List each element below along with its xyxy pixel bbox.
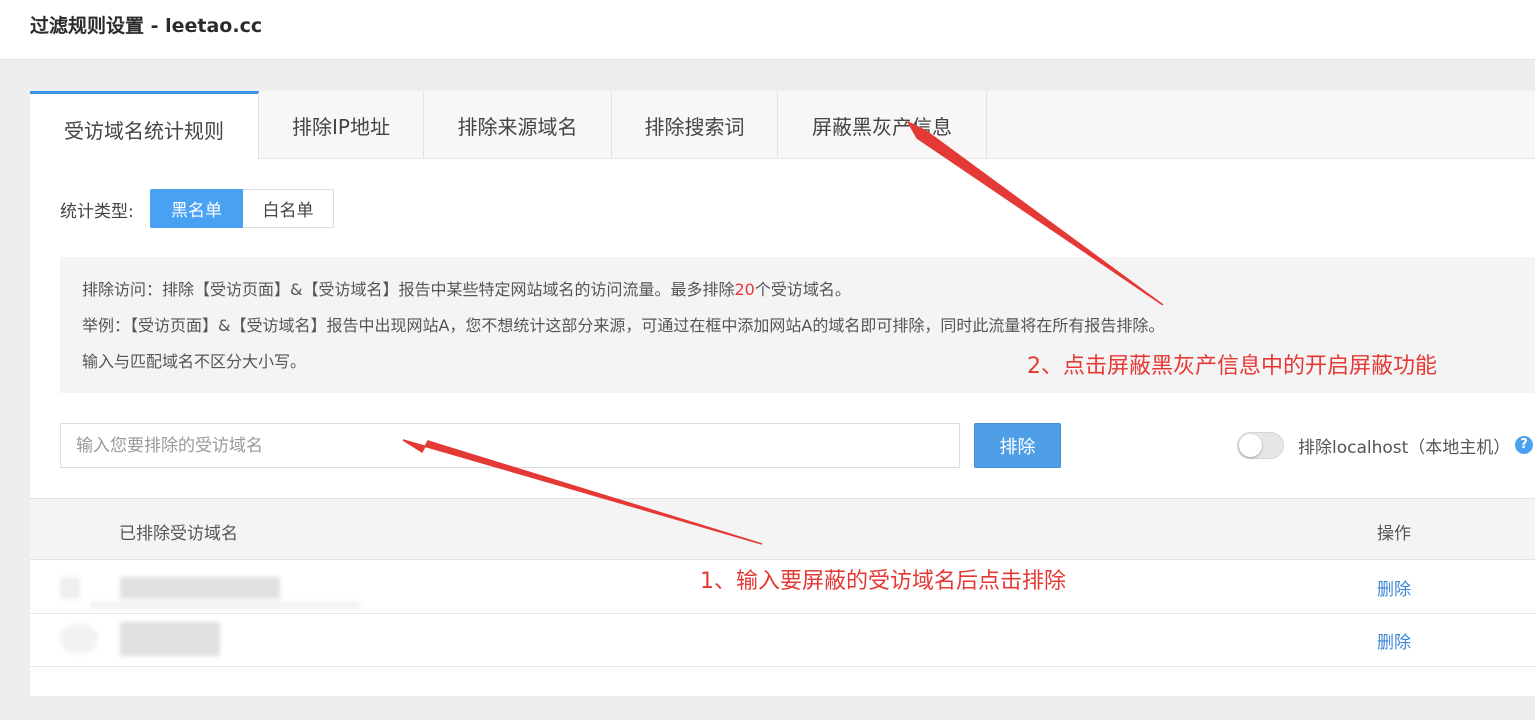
tab-block-gray-industry[interactable]: 屏蔽黑灰产信息 — [778, 91, 987, 159]
top-bar: 过滤规则设置 - leetao.cc — [0, 0, 1535, 60]
stat-type-label: 统计类型: — [60, 202, 134, 222]
max-count: 20 — [734, 280, 755, 299]
column-action: 操作 — [1377, 524, 1411, 544]
info-line-2: 举例：【受访页面】&【受访域名】报告中出现网站A，您不想统计这部分来源，可通过在… — [82, 316, 1165, 335]
tab-exclude-search-terms[interactable]: 排除搜索词 — [612, 91, 778, 159]
whitelist-button[interactable]: 白名单 — [243, 189, 334, 228]
toggle-knob — [1239, 434, 1262, 457]
page-title: 过滤规则设置 - leetao.cc — [30, 15, 263, 37]
blurred-domain — [120, 622, 220, 656]
domain-input[interactable] — [60, 423, 960, 468]
tab-label: 屏蔽黑灰产信息 — [812, 114, 952, 139]
tab-visited-domain-rules[interactable]: 受访域名统计规则 — [30, 91, 259, 160]
tab-bar: 受访域名统计规则 排除IP地址 排除来源域名 排除搜索词 屏蔽黑灰产信息 — [30, 91, 1535, 160]
question-circle-icon[interactable]: ? — [1515, 436, 1533, 454]
tab-label: 排除搜索词 — [644, 114, 745, 139]
tab-exclude-source-domain[interactable]: 排除来源域名 — [424, 91, 612, 159]
tab-label: 排除IP地址 — [292, 114, 390, 139]
exclude-button[interactable]: 排除 — [974, 423, 1061, 468]
blurred-domain-prefix — [60, 624, 98, 654]
blacklist-button[interactable]: 黑名单 — [150, 189, 243, 228]
table-header: 已排除受访域名 操作 — [30, 498, 1535, 560]
info-line-1: 排除访问：排除【受访页面】&【受访域名】报告中某些特定网站域名的访问流量。最多排… — [82, 280, 851, 299]
annotation-step-1: 1、输入要屏蔽的受访域名后点击排除 — [700, 569, 1066, 594]
delete-link[interactable]: 删除 — [1377, 628, 1411, 653]
rules-panel: 受访域名统计规则 排除IP地址 排除来源域名 排除搜索词 屏蔽黑灰产信息 统计类… — [30, 91, 1535, 696]
blurred-domain-prefix — [60, 577, 80, 599]
localhost-toggle[interactable] — [1237, 432, 1284, 459]
localhost-toggle-label: 排除localhost（本地主机） — [1298, 438, 1511, 458]
tab-label: 排除来源域名 — [457, 114, 578, 139]
table-row: 删除 — [30, 614, 1535, 667]
blurred-smear — [90, 601, 360, 609]
tab-label: 受访域名统计规则 — [64, 118, 224, 143]
annotation-step-2: 2、点击屏蔽黑灰产信息中的开启屏蔽功能 — [1027, 354, 1437, 379]
blurred-domain — [120, 577, 280, 599]
delete-link[interactable]: 删除 — [1377, 575, 1411, 600]
column-excluded-domain: 已排除受访域名 — [119, 524, 238, 544]
tab-exclude-ip[interactable]: 排除IP地址 — [259, 91, 424, 159]
